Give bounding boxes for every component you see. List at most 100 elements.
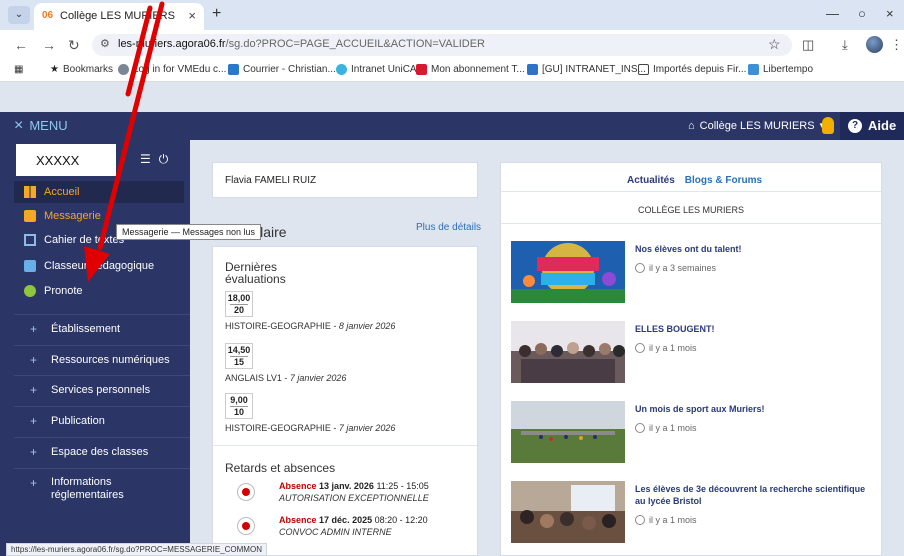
status-bar-url: https://les-muriers.agora06.fr/sg.do?PRO… (6, 543, 267, 556)
bookmarks-bar: ▦ ★ Bookmarks Log in for VMEdu c... Courr… (0, 60, 904, 82)
clock-icon (635, 515, 645, 525)
sidebar-group-classes[interactable]: + Espace des classes (14, 437, 190, 467)
evaluation-subject: HISTOIRE-GEOGRAPHIE - 7 janvier 2026 (225, 423, 396, 433)
profile-avatar[interactable] (866, 36, 883, 53)
clock-icon (635, 263, 645, 273)
extensions-icon[interactable]: ◫ (802, 37, 814, 53)
browser-menu-icon[interactable]: ⋮ (890, 37, 903, 53)
back-icon[interactable]: ← (14, 37, 28, 53)
forward-icon[interactable]: → (42, 37, 56, 53)
apps-icon[interactable]: ▦ (14, 64, 23, 75)
news-college-name: COLLÈGE LES MURIERS (637, 205, 745, 215)
news-thumbnail[interactable] (511, 241, 625, 303)
logout-icon[interactable]: ⏻ (159, 152, 169, 167)
minimize-icon[interactable]: — (826, 6, 839, 21)
plus-icon: + (30, 322, 38, 336)
news-title[interactable]: Un mois de sport aux Muriers! (635, 403, 875, 415)
close-menu-icon: × (14, 116, 24, 134)
bookmark-item[interactable]: Mon abonnement T... (416, 64, 525, 75)
grade-badge: 14,50 15 (225, 343, 253, 369)
absence-reason: AUTORISATION EXCEPTIONNELLE (279, 493, 429, 503)
absence-icon (237, 517, 255, 535)
sidebar-item-classeur[interactable]: Classeur pédagogique (14, 255, 184, 277)
scolaire-card: Dernières évaluations 18,00 20 HISTOIRE-G… (212, 246, 478, 556)
news-time: il y a 1 mois (635, 423, 697, 433)
bookmark-item[interactable]: Log in for VMEdu c... (118, 64, 226, 75)
clock-icon (635, 423, 645, 433)
sidebar-group-services[interactable]: + Services personnels (14, 375, 190, 405)
book-icon (24, 234, 36, 246)
absence-entry[interactable]: Absence 13 janv. 2026 11:25 - 15:05 (279, 481, 429, 491)
bookmark-item[interactable]: Libertempo (748, 64, 813, 75)
tab-title: Collège LES MURIERS (60, 10, 175, 22)
news-time: il y a 1 mois (635, 515, 697, 525)
folder-icon (24, 260, 36, 272)
sidebar-group-etablissement[interactable]: + Établissement (14, 314, 190, 344)
site-info-icon[interactable]: ⚙ (100, 37, 110, 50)
absence-icon (237, 483, 255, 501)
close-window-icon[interactable]: × (886, 6, 894, 21)
browser-tab-bar: ⌄ 06 Collège LES MURIERS × + — ○ × (0, 0, 904, 30)
news-title[interactable]: ELLES BOUGENT! (635, 323, 875, 335)
bookmark-star-icon[interactable]: ☆ (768, 36, 781, 53)
pronote-icon (24, 285, 36, 297)
settings-sliders-icon[interactable]: ☰ (140, 152, 151, 167)
college-selector[interactable]: ⌂ Collège LES MURIERS ▾ (688, 119, 825, 133)
news-thumbnail[interactable] (511, 401, 625, 463)
bookmark-item[interactable]: Intranet UniCA (336, 64, 417, 75)
tab-close-icon[interactable]: × (188, 8, 196, 23)
sidebar-item-pronote[interactable]: Pronote (14, 280, 184, 302)
tab-actualites[interactable]: Actualités (627, 175, 675, 186)
url-text: les-muriers.agora06.fr/sg.do?PROC=PAGE_A… (118, 38, 486, 50)
news-title[interactable]: Les élèves de 3e découvrent la recherche… (635, 483, 875, 507)
plus-icon: + (30, 383, 38, 397)
tab-favicon: 06 (42, 10, 54, 21)
evaluation-subject: HISTOIRE-GEOGRAPHIE - 8 janvier 2026 (225, 321, 396, 331)
news-thumbnail[interactable] (511, 481, 625, 543)
help-icon: ? (848, 119, 862, 133)
absence-entry[interactable]: Absence 17 déc. 2025 08:20 - 12:20 (279, 515, 428, 525)
student-name: Flavia FAMELI RUIZ (212, 162, 478, 198)
sidebar-group-publication[interactable]: + Publication (14, 406, 190, 436)
news-time: il y a 1 mois (635, 343, 697, 353)
plus-icon: + (30, 445, 38, 459)
news-thumbnail[interactable] (511, 321, 625, 383)
sidebar-group-informations[interactable]: + Informations réglementaires (14, 472, 190, 506)
menu-toggle-button[interactable]: × MENU (14, 116, 68, 134)
home-icon: ⌂ (688, 119, 695, 132)
grade-badge: 9,00 10 (225, 393, 253, 419)
app-header: × MENU ⌂ Collège LES MURIERS ▾ ? Aide (0, 112, 904, 140)
sidebar: XXXXX ☰ ⏻ Accueil Messagerie Cahier de t… (0, 140, 190, 556)
messagerie-tooltip: Messagerie — Messages non lus (116, 224, 262, 240)
sidebar-group-ressources[interactable]: + Ressources numériques (14, 345, 190, 375)
help-button[interactable]: ? Aide (840, 112, 904, 140)
news-title[interactable]: Nos élèves ont du talent! (635, 243, 875, 255)
main-content: Flavia FAMELI RUIZ Scolaire Plus de déta… (190, 140, 904, 556)
reload-icon[interactable]: ↻ (68, 37, 80, 54)
browser-tab[interactable]: 06 Collège LES MURIERS × (34, 3, 204, 30)
bookmark-item[interactable]: Importés depuis Fir... (638, 64, 746, 75)
plus-icon: + (30, 353, 38, 367)
plus-icon: + (30, 414, 38, 428)
more-details-link[interactable]: Plus de détails (416, 222, 481, 233)
evaluations-title: Dernières évaluations (225, 260, 286, 286)
bookmark-item[interactable]: Courrier - Christian... (228, 64, 336, 75)
bookmark-item[interactable]: ★ Bookmarks (50, 64, 113, 75)
envelope-icon (24, 210, 36, 222)
news-card: Actualités Blogs & Forums COLLÈGE LES MU… (500, 162, 882, 556)
grade-badge: 18,00 20 (225, 291, 253, 317)
tab-blogs-forums[interactable]: Blogs & Forums (685, 175, 762, 186)
absence-reason: CONVOC ADMIN INTERNE (279, 527, 392, 537)
restore-icon[interactable]: ○ (858, 6, 866, 21)
new-tab-icon[interactable]: + (212, 5, 221, 23)
sidebar-item-accueil[interactable]: Accueil (14, 181, 184, 203)
tab-search-chevron-icon[interactable]: ⌄ (8, 6, 30, 24)
address-bar[interactable]: ⚙ les-muriers.agora06.fr/sg.do?PROC=PAGE… (92, 34, 792, 56)
bookmark-item[interactable]: [GU] INTRANET_INS... (527, 64, 646, 75)
lightbulb-icon[interactable] (822, 117, 834, 134)
download-icon[interactable]: ⤓ (842, 37, 848, 53)
plus-icon: + (30, 476, 38, 490)
evaluation-subject: ANGLAIS LV1 - 7 janvier 2026 (225, 373, 347, 383)
grid-icon (24, 186, 36, 198)
absences-title: Retards et absences (225, 461, 336, 475)
